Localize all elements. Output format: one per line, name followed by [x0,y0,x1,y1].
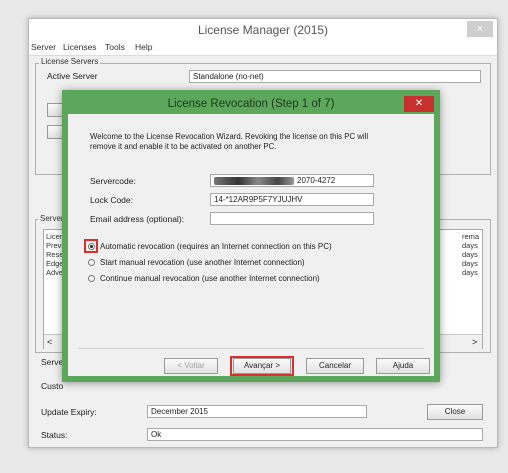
list-item: days [462,241,478,250]
custom-label: Custo [41,381,64,391]
servercode-value: 2070-4272 [297,176,336,185]
lockcode-label: Lock Code: [90,195,133,205]
status-field[interactable]: Ok [147,428,483,441]
cancel-button[interactable]: Cancelar [306,358,364,374]
automatic-revocation-label[interactable]: Automatic revocation (requires an Intern… [100,242,332,251]
status-label: Status: [41,430,68,440]
list-item: days [462,268,478,277]
update-expiry-field[interactable]: December 2015 [147,405,367,418]
list-item: Previ [46,241,64,250]
menu-bar: Server Licenses Tools Help [29,41,497,56]
email-label: Email address (optional): [90,214,185,224]
back-button[interactable]: < Voltar [164,358,218,374]
servercode-field[interactable]: 2070-4272 [210,174,374,187]
scroll-left-icon[interactable]: < [47,336,52,348]
next-button[interactable]: Avançar > [233,358,291,374]
active-server-field[interactable]: Standalone (no-net) [189,70,481,83]
continue-manual-revocation-radio[interactable] [88,275,95,282]
automatic-revocation-radio[interactable] [88,243,95,250]
dialog-close-button[interactable]: ✕ [404,96,434,112]
list-item: Adve [46,268,64,277]
update-expiry-label: Update Expiry: [41,407,97,417]
dialog-title: License Revocation (Step 1 of 7) [68,96,434,114]
redacted-mark [214,177,294,185]
menu-licenses[interactable]: Licenses [63,42,97,52]
intro-text: Welcome to the License Revocation Wizard… [90,132,369,151]
menu-help[interactable]: Help [135,42,152,52]
active-server-label: Active Server [47,71,98,81]
dialog-divider [78,348,424,349]
list-item: days [462,250,478,259]
list-item: rema [462,232,480,241]
list-item: Edge [46,259,64,268]
list-item: days [462,259,478,268]
start-manual-revocation-label[interactable]: Start manual revocation (use another Int… [100,258,305,267]
servercode-label: Servercode: [90,176,136,186]
start-manual-revocation-radio[interactable] [88,259,95,266]
window-title: License Manager (2015) [29,19,497,41]
help-button[interactable]: Ajuda [376,358,430,374]
scroll-right-icon[interactable]: > [472,336,477,348]
menu-tools[interactable]: Tools [105,42,125,52]
lockcode-field[interactable]: 14-*12AR9P5F7YJUJHV [210,193,374,206]
list-item: Rese [46,250,64,259]
license-revocation-dialog: License Revocation (Step 1 of 7) ✕ Welco… [62,90,440,382]
window-close-button[interactable]: × [467,21,493,37]
license-servers-label: License Servers [39,57,101,66]
close-button[interactable]: Close [427,404,483,420]
continue-manual-revocation-label[interactable]: Continue manual revocation (use another … [100,274,320,283]
email-field[interactable] [210,212,374,225]
menu-server[interactable]: Server [31,42,56,52]
